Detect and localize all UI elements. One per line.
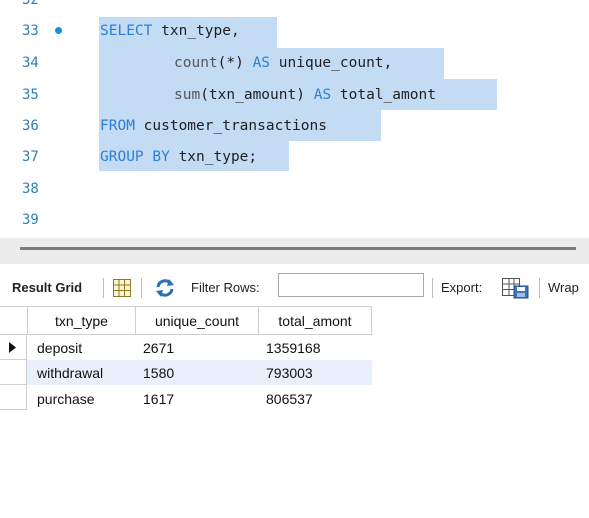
panel-splitter[interactable] <box>0 238 589 264</box>
filter-rows-input[interactable] <box>278 273 424 297</box>
line-number: 36 <box>22 118 39 134</box>
sql-function: count <box>174 55 218 71</box>
toolbar-divider <box>103 278 104 298</box>
sql-text: txn_type; <box>169 149 258 165</box>
filter-rows-label: Filter Rows: <box>191 280 260 295</box>
code-line-35: sum(txn_amount) AS total_amont <box>174 86 436 104</box>
sql-keyword: FROM <box>100 118 135 134</box>
cell-txn-type[interactable]: withdrawal <box>37 365 103 381</box>
cell-unique-count[interactable]: 1617 <box>143 391 174 407</box>
current-row-arrow-icon <box>9 342 16 353</box>
line-number: 37 <box>22 149 39 165</box>
code-line-36: FROM customer_transactions <box>100 117 327 135</box>
cell-txn-type[interactable]: purchase <box>37 391 95 407</box>
sql-text: total_amont <box>331 87 436 103</box>
column-header-unique-count[interactable]: unique_count <box>135 306 259 335</box>
grid-view-icon[interactable] <box>112 278 132 298</box>
cell-total-amont[interactable]: 806537 <box>266 391 313 407</box>
refresh-icon[interactable] <box>154 278 176 298</box>
line-number: 33 <box>22 23 39 39</box>
row-header-corner <box>0 306 28 335</box>
sql-keyword: SELECT <box>100 23 153 39</box>
toolbar-divider <box>141 278 142 298</box>
sql-keyword: AS <box>313 87 332 103</box>
sql-editor[interactable]: 32 33 34 35 36 37 38 39 SELECT txn_type,… <box>0 0 589 238</box>
line-number: 32 <box>22 0 39 8</box>
result-grid-tab[interactable]: Result Grid <box>12 280 82 295</box>
splitter-line <box>20 247 576 250</box>
toolbar-divider <box>432 278 433 298</box>
line-number: 35 <box>22 87 39 103</box>
cell-unique-count[interactable]: 1580 <box>143 365 174 381</box>
column-header-total-amont[interactable]: total_amont <box>258 306 372 335</box>
sql-keyword: AS <box>252 55 271 71</box>
cell-unique-count[interactable]: 2671 <box>143 340 174 356</box>
row-header[interactable] <box>0 360 27 385</box>
sql-text: unique_count, <box>270 55 393 71</box>
row-header[interactable] <box>0 335 27 360</box>
sql-text: (*) <box>217 55 253 71</box>
sql-keyword: GROUP BY <box>100 149 170 165</box>
sql-text: txn_type, <box>152 23 240 39</box>
column-header-txn-type[interactable]: txn_type <box>27 306 136 335</box>
code-line-34: count(*) AS unique_count, <box>174 54 392 72</box>
wrap-cell-content-button[interactable]: Wrap <box>548 280 579 295</box>
code-line-37: GROUP BY txn_type; <box>100 148 257 166</box>
line-number: 39 <box>22 212 39 228</box>
cell-total-amont[interactable]: 793003 <box>266 365 313 381</box>
sql-text: customer_transactions <box>134 118 327 134</box>
toolbar-divider <box>539 278 540 298</box>
line-number: 38 <box>22 181 39 197</box>
cell-txn-type[interactable]: deposit <box>37 340 82 356</box>
export-icon[interactable] <box>501 276 531 300</box>
cell-total-amont[interactable]: 1359168 <box>266 340 321 356</box>
code-line-33: SELECT txn_type, <box>100 22 240 40</box>
sql-function: sum <box>174 87 201 103</box>
sql-text: (txn_amount) <box>200 87 314 103</box>
row-header[interactable] <box>0 385 27 410</box>
line-number: 34 <box>22 55 39 71</box>
statement-marker-icon[interactable] <box>55 27 62 34</box>
export-label: Export: <box>441 280 483 295</box>
